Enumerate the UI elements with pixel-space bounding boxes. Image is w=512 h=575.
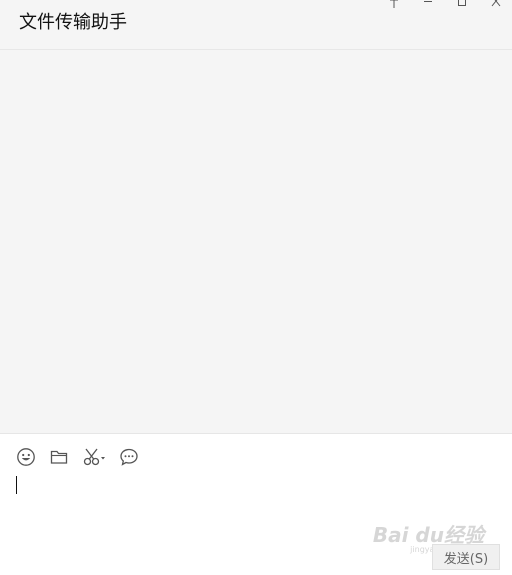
composer-toolbar [16, 447, 152, 467]
message-area[interactable] [0, 50, 512, 433]
chat-history-button[interactable] [119, 447, 139, 467]
pin-icon [390, 0, 398, 8]
chat-header: 文件传输助手 [0, 0, 512, 50]
emoji-icon [17, 448, 35, 466]
pin-button[interactable] [376, 0, 410, 8]
maximize-button[interactable] [444, 0, 478, 8]
minimize-button[interactable] [410, 0, 444, 8]
chat-window: 文件传输助手 Bai du经验 发送(S) [0, 0, 512, 575]
chat-title: 文件传输助手 [19, 12, 127, 33]
screenshot-button[interactable] [82, 447, 106, 467]
window-controls [376, 0, 512, 8]
maximize-icon [458, 0, 466, 6]
send-file-button[interactable] [49, 447, 69, 467]
text-caret [16, 476, 17, 494]
minimize-icon [424, 1, 432, 2]
scissors-icon [83, 448, 105, 466]
close-icon [491, 0, 501, 7]
chat-history-icon [120, 448, 138, 466]
folder-icon [50, 450, 68, 464]
message-input[interactable] [14, 474, 498, 536]
composer: Bai du经验 jingyan.baidu.com 发送(S) [0, 433, 512, 575]
send-button[interactable]: 发送(S) [432, 544, 500, 570]
close-button[interactable] [478, 0, 512, 8]
emoji-button[interactable] [16, 447, 36, 467]
